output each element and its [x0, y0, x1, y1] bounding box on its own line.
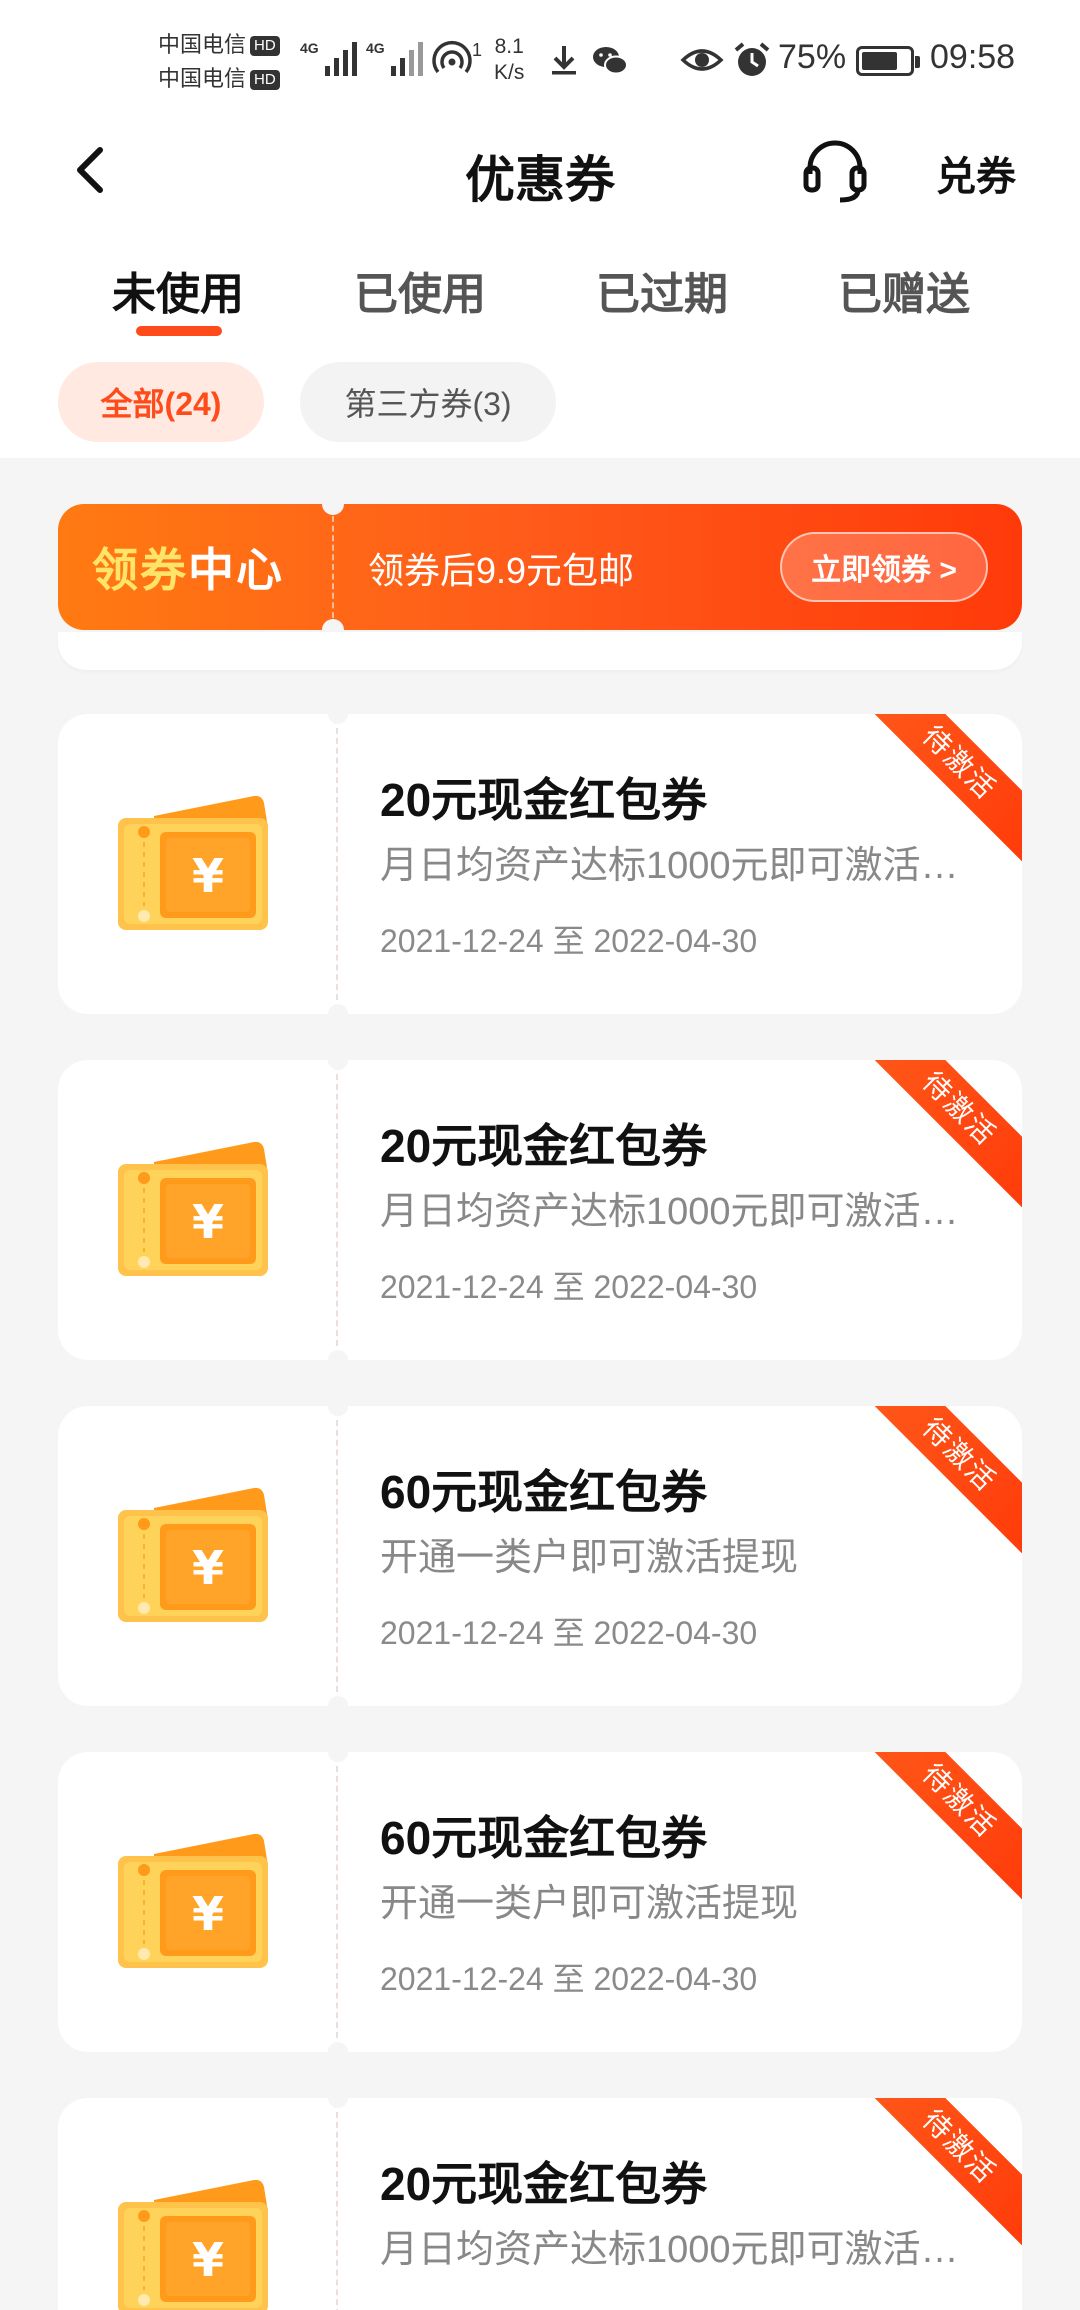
page-header: 优惠券 兑券 — [0, 120, 1080, 220]
status-bar: 中国电信 HD 中国电信 HD 4G 4G 1 8.1 K/s 75% 09:58 — [0, 0, 1080, 120]
card-notch — [328, 1696, 348, 1706]
coupon-title: 20元现金红包券 — [380, 774, 708, 826]
signal-icon: 4G — [366, 40, 423, 76]
banner-title: 领券中心 — [92, 544, 284, 596]
claim-now-button[interactable]: 立即领券 > — [780, 532, 988, 602]
customer-service-icon[interactable] — [800, 138, 870, 204]
filter-third-party-chip[interactable]: 第三方券(3) — [300, 362, 556, 442]
download-icon — [552, 46, 576, 75]
coupon-validity-date: 2021-12-24 至 2022-04-30 — [380, 1269, 758, 1305]
coupon-title: 20元现金红包券 — [380, 2158, 708, 2210]
active-tab-indicator — [136, 326, 222, 336]
card-divider — [336, 1420, 338, 1692]
coupon-validity-date: 2021-12-24 至 2022-04-30 — [380, 1961, 758, 1997]
coupon-card[interactable]: ¥ 20元现金红包券 月日均资产达标1000元即可激活提现 2021-12-24… — [58, 1060, 1022, 1360]
coupon-ticket-icon: ¥ — [118, 2179, 268, 2310]
banner-notch — [322, 619, 344, 630]
page-title: 优惠券 — [465, 152, 615, 208]
coupon-title: 20元现金红包券 — [380, 1120, 708, 1172]
card-notch — [328, 714, 348, 724]
coupon-validity-date: 2021-12-24 至 2022-04-30 — [380, 1615, 758, 1651]
network-type: 4G — [300, 40, 319, 56]
coupon-title: 60元现金红包券 — [380, 1812, 708, 1864]
coupon-card[interactable]: ¥ 60元现金红包券 开通一类户即可激活提现 2021-12-24 至 2022… — [58, 1406, 1022, 1706]
card-notch — [328, 2042, 348, 2052]
redeem-coupon-button[interactable]: 兑券 — [936, 144, 1016, 202]
card-notch — [328, 1350, 348, 1360]
tab-gifted[interactable]: 已赠送 — [814, 258, 994, 322]
coupon-description: 开通一类户即可激活提现 — [380, 1537, 799, 1579]
network-speed: 8.1 K/s — [494, 35, 525, 84]
yuan-symbol: ¥ — [192, 1195, 224, 1249]
coupon-ticket-icon: ¥ — [118, 795, 268, 930]
previous-card-peek — [58, 632, 1022, 670]
status-tabs: 未使用 已使用 已过期 已赠送 — [0, 220, 1080, 340]
network-type: 4G — [366, 40, 385, 56]
coupon-card[interactable]: ¥ 20元现金红包券 月日均资产达标1000元即可激活提现 2021-12-24… — [58, 714, 1022, 1014]
coupon-description: 月日均资产达标1000元即可激活提现 — [380, 845, 992, 887]
filter-all-chip[interactable]: 全部(24) — [58, 362, 264, 442]
coupon-ticket-icon: ¥ — [118, 1487, 268, 1622]
card-divider — [336, 728, 338, 1000]
coupon-validity-date: 2021-12-24 至 2022-04-30 — [380, 923, 758, 959]
yuan-symbol: ¥ — [192, 1541, 224, 1595]
tab-unused[interactable]: 未使用 — [88, 258, 268, 322]
coupon-center-banner[interactable]: 领券中心 领券后9.9元包邮 立即领券 > — [58, 504, 1022, 630]
card-divider — [336, 2112, 338, 2310]
coupon-description: 月日均资产达标1000元即可激活提现 — [380, 1191, 992, 1233]
card-notch — [328, 2098, 348, 2108]
hd-badge: HD — [250, 70, 280, 90]
coupon-description: 月日均资产达标1000元即可激活提现 — [380, 2229, 992, 2271]
card-notch — [328, 1406, 348, 1416]
banner-text: 领券后9.9元包邮 — [368, 550, 635, 591]
hd-badge: HD — [250, 36, 280, 56]
clock: 09:58 — [930, 38, 1016, 76]
banner-divider — [332, 516, 334, 618]
card-divider — [336, 1766, 338, 2038]
tab-expired[interactable]: 已过期 — [572, 258, 752, 322]
tab-used[interactable]: 已使用 — [330, 258, 510, 322]
coupon-description: 开通一类户即可激活提现 — [380, 1883, 799, 1925]
wechat-icon — [593, 47, 628, 75]
carrier-info: 中国电信 HD 中国电信 HD — [158, 28, 280, 96]
banner-notch — [322, 504, 344, 515]
hotspot-count: 1 — [472, 40, 483, 60]
card-notch — [328, 1060, 348, 1070]
card-notch — [328, 1752, 348, 1762]
filter-bar: 全部(24) 第三方券(3) — [0, 340, 1080, 458]
card-notch — [328, 1004, 348, 1014]
battery-percent: 75% — [778, 38, 847, 76]
coupon-ticket-icon: ¥ — [118, 1833, 268, 1968]
carrier-1: 中国电信 — [158, 32, 247, 57]
coupon-ticket-icon: ¥ — [118, 1141, 268, 1276]
eye-icon — [680, 49, 724, 71]
yuan-symbol: ¥ — [192, 849, 224, 903]
coupon-card[interactable]: ¥ 60元现金红包券 开通一类户即可激活提现 2021-12-24 至 2022… — [58, 1752, 1022, 2052]
yuan-symbol: ¥ — [192, 2233, 224, 2287]
coupon-title: 60元现金红包券 — [380, 1466, 708, 1518]
alarm-icon — [734, 42, 770, 76]
battery-icon — [856, 46, 920, 76]
coupon-card[interactable]: ¥ 20元现金红包券 月日均资产达标1000元即可激活提现 待激活 — [58, 2098, 1022, 2310]
hotspot-icon — [432, 41, 472, 74]
yuan-symbol: ¥ — [192, 1887, 224, 1941]
signal-icon: 4G — [300, 40, 357, 76]
carrier-2: 中国电信 — [158, 66, 247, 91]
card-divider — [336, 1074, 338, 1346]
